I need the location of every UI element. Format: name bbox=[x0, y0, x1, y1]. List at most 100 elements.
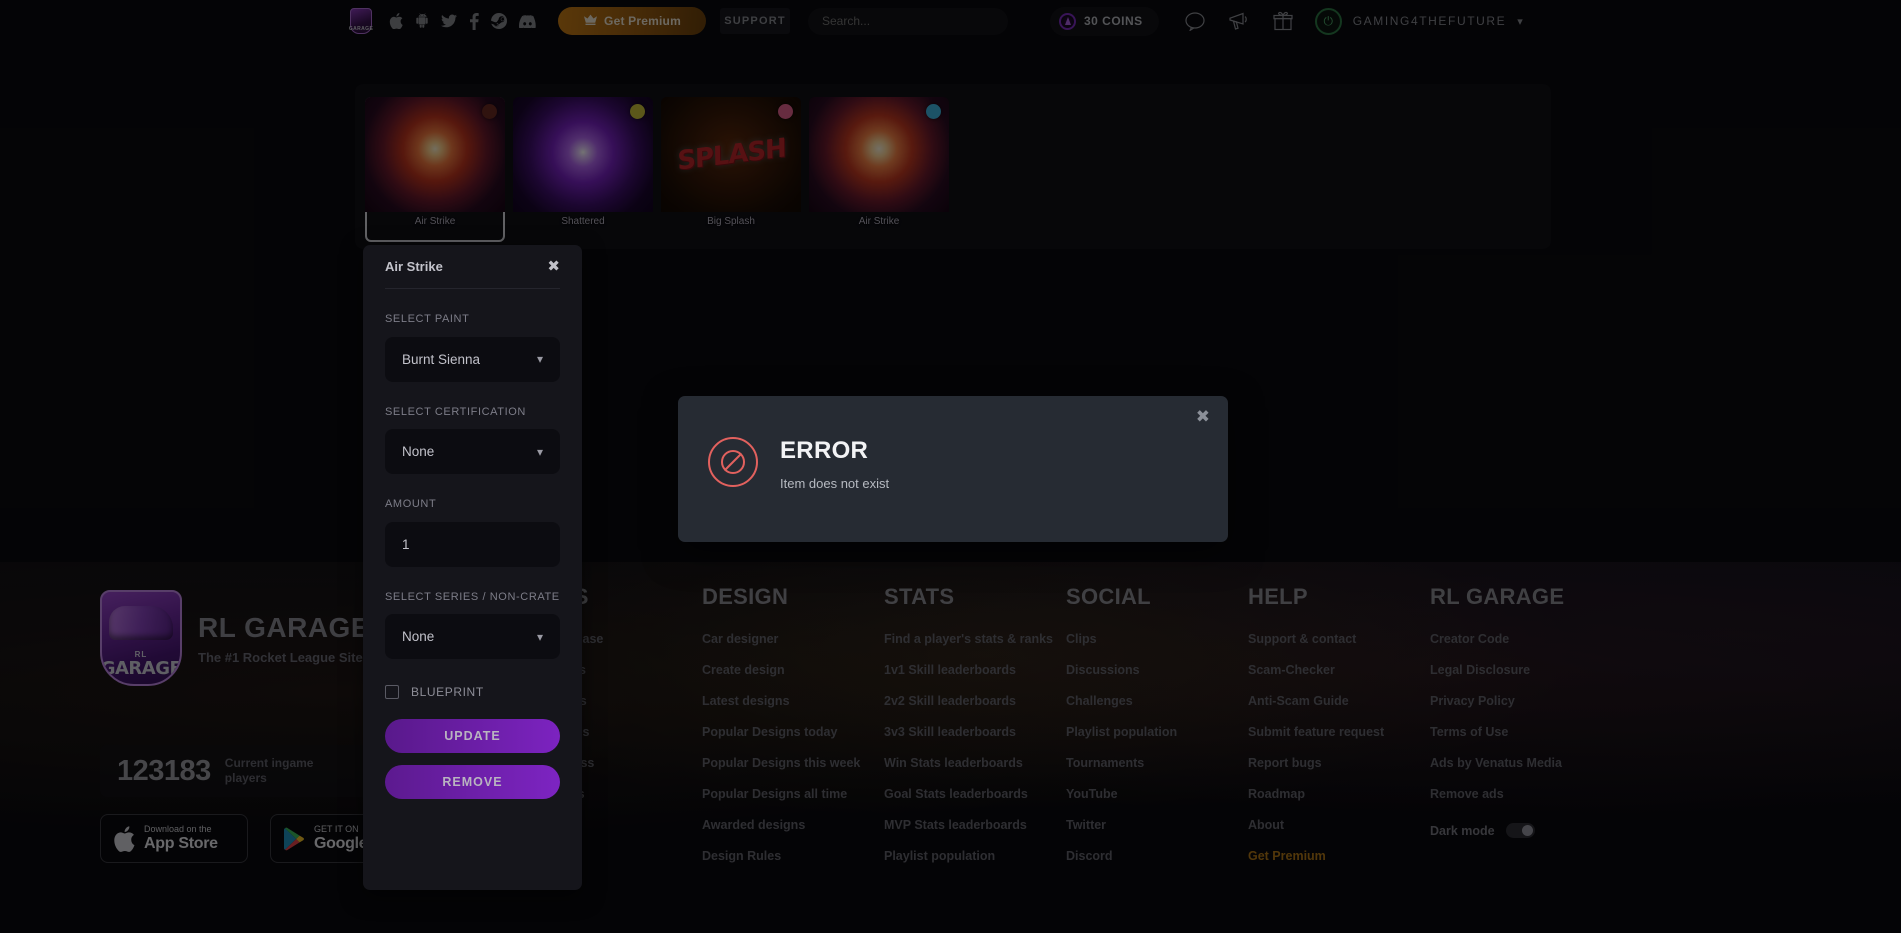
rl-garage-shield-icon[interactable]: GARAGE bbox=[349, 8, 373, 34]
footer-link[interactable]: Terms of Use bbox=[1430, 725, 1612, 739]
footer-link[interactable]: Discussions bbox=[1066, 663, 1248, 677]
footer-link[interactable]: 3v3 Skill leaderboards bbox=[884, 725, 1066, 739]
item-card-label: Shattered bbox=[561, 216, 605, 227]
footer-link[interactable]: Popular Designs today bbox=[702, 725, 884, 739]
footer-link-get-premium[interactable]: Get Premium bbox=[1248, 849, 1430, 863]
item-card[interactable]: Air Strike bbox=[365, 97, 505, 242]
dark-mode-toggle[interactable] bbox=[1505, 823, 1535, 838]
discord-icon[interactable] bbox=[519, 14, 536, 28]
item-cards-row: Air Strike Shattered SPLASH Big Splash A… bbox=[365, 97, 949, 242]
footer-column-title: RL GARAGE bbox=[1430, 584, 1565, 609]
item-card-art bbox=[513, 97, 653, 212]
footer-link[interactable]: Playlist population bbox=[884, 849, 1066, 863]
footer-link[interactable]: Roadmap bbox=[1248, 787, 1430, 801]
search-input[interactable] bbox=[822, 14, 994, 28]
footer-link[interactable]: About bbox=[1248, 818, 1430, 832]
chevron-down-icon: ▾ bbox=[536, 352, 543, 366]
item-card[interactable]: SPLASH Big Splash bbox=[661, 97, 801, 242]
footer-link[interactable]: Report bugs bbox=[1248, 756, 1430, 770]
support-button[interactable]: SUPPORT bbox=[720, 8, 790, 34]
footer-link[interactable]: Legal Disclosure bbox=[1430, 663, 1612, 677]
crown-icon bbox=[583, 14, 598, 28]
close-icon[interactable]: ✖ bbox=[547, 259, 560, 274]
select-paint-label: SELECT PAINT bbox=[385, 313, 470, 325]
coins-label: 30 COINS bbox=[1084, 14, 1143, 28]
footer-link[interactable]: MVP Stats leaderboards bbox=[884, 818, 1066, 832]
amount-value: 1 bbox=[402, 536, 410, 552]
item-paint-dot bbox=[778, 104, 793, 119]
select-series-value: None bbox=[402, 629, 435, 644]
megaphone-icon[interactable] bbox=[1228, 12, 1251, 31]
footer-link[interactable]: Design Rules bbox=[702, 849, 884, 863]
dark-mode-label: Dark mode bbox=[1430, 823, 1495, 838]
get-premium-button[interactable]: Get Premium bbox=[558, 7, 706, 35]
footer-link[interactable]: Remove ads bbox=[1430, 787, 1612, 801]
footer-link[interactable]: Ads by Venatus Media bbox=[1430, 756, 1612, 770]
item-card-label: Air Strike bbox=[414, 216, 456, 227]
footer-link[interactable]: 1v1 Skill leaderboards bbox=[884, 663, 1066, 677]
amount-input[interactable]: 1 bbox=[385, 521, 560, 567]
close-icon[interactable]: ✖ bbox=[1196, 408, 1210, 425]
item-card[interactable]: Air Strike bbox=[809, 97, 949, 242]
footer-column-title: HELP bbox=[1248, 584, 1308, 609]
user-menu[interactable]: ⏻ GAMING4THEFUTURE ▾ bbox=[1314, 7, 1523, 35]
remove-button[interactable]: REMOVE bbox=[385, 765, 560, 799]
select-paint-dropdown[interactable]: Burnt Sienna ▾ bbox=[385, 336, 560, 382]
select-paint-value: Burnt Sienna bbox=[402, 351, 481, 367]
footer-link[interactable]: Creator Code bbox=[1430, 632, 1612, 646]
site-footer: RL GARAGE RL GARAGE The #1 Rocket League… bbox=[0, 562, 1901, 933]
footer-link[interactable]: Privacy Policy bbox=[1430, 694, 1612, 708]
footer-link[interactable]: Latest designs bbox=[702, 694, 884, 708]
item-card[interactable]: Shattered bbox=[513, 97, 653, 242]
footer-link[interactable]: Discord bbox=[1066, 849, 1248, 863]
footer-link[interactable]: Clips bbox=[1066, 632, 1248, 646]
footer-link[interactable]: Popular Designs this week bbox=[702, 756, 884, 770]
gift-icon[interactable] bbox=[1273, 11, 1293, 31]
footer-link[interactable]: Win Stats leaderboards bbox=[884, 756, 1066, 770]
footer-link[interactable]: Playlist population bbox=[1066, 725, 1248, 739]
chevron-down-icon: ▾ bbox=[536, 629, 543, 644]
footer-link[interactable]: YouTube bbox=[1066, 787, 1248, 801]
footer-link[interactable]: Scam-Checker bbox=[1248, 663, 1430, 677]
footer-link[interactable]: Tournaments bbox=[1066, 756, 1248, 770]
footer-link[interactable]: Goal Stats leaderboards bbox=[884, 787, 1066, 801]
chat-bubble-icon[interactable] bbox=[1185, 11, 1206, 31]
footer-link[interactable]: Create design bbox=[702, 663, 884, 677]
footer-link[interactable]: Challenges bbox=[1066, 694, 1248, 708]
footer-column-rl-garage: RL GARAGE Creator Code Legal Disclosure … bbox=[1430, 584, 1612, 880]
facebook-icon[interactable] bbox=[469, 12, 479, 30]
coins-button[interactable]: 30 COINS bbox=[1050, 6, 1159, 36]
steam-icon[interactable] bbox=[491, 13, 507, 29]
footer-link[interactable]: Twitter bbox=[1066, 818, 1248, 832]
rl-garage-logo-icon: RL GARAGE bbox=[100, 590, 182, 686]
footer-link[interactable]: Car designer bbox=[702, 632, 884, 646]
footer-link[interactable]: Support & contact bbox=[1248, 632, 1430, 646]
google-play-icon bbox=[283, 827, 305, 851]
avatar: ⏻ bbox=[1314, 7, 1342, 35]
select-certification-value: None bbox=[402, 444, 435, 459]
forbidden-icon bbox=[708, 437, 758, 487]
footer-link[interactable]: 2v2 Skill leaderboards bbox=[884, 694, 1066, 708]
blueprint-label: BLUEPRINT bbox=[411, 685, 484, 699]
app-store-button[interactable]: Download on the App Store bbox=[100, 814, 248, 863]
footer-column-help: HELP Support & contact Scam-Checker Anti… bbox=[1248, 584, 1430, 880]
update-button[interactable]: UPDATE bbox=[385, 719, 560, 753]
footer-link[interactable]: Anti-Scam Guide bbox=[1248, 694, 1430, 708]
twitter-icon[interactable] bbox=[441, 14, 457, 29]
android-icon[interactable] bbox=[415, 13, 429, 29]
apple-icon[interactable] bbox=[389, 13, 403, 29]
footer-link[interactable]: Find a player's stats & ranks bbox=[884, 632, 1066, 646]
item-card-art bbox=[809, 97, 949, 212]
footer-link[interactable]: Popular Designs all time bbox=[702, 787, 884, 801]
blueprint-checkbox[interactable] bbox=[385, 685, 399, 699]
error-modal: ✖ ERROR Item does not exist bbox=[678, 396, 1228, 542]
footer-link[interactable]: Awarded designs bbox=[702, 818, 884, 832]
item-card-label: Air Strike bbox=[858, 216, 900, 227]
footer-link[interactable]: Submit feature request bbox=[1248, 725, 1430, 739]
select-certification-dropdown[interactable]: None ▾ bbox=[385, 429, 560, 474]
footer-column-title: SOCIAL bbox=[1066, 584, 1151, 609]
username-label: GAMING4THEFUTURE bbox=[1352, 14, 1507, 28]
select-series-dropdown[interactable]: None ▾ bbox=[385, 614, 560, 659]
brand-logo-garage: GARAGE bbox=[100, 658, 182, 679]
search-box[interactable] bbox=[808, 7, 1008, 35]
